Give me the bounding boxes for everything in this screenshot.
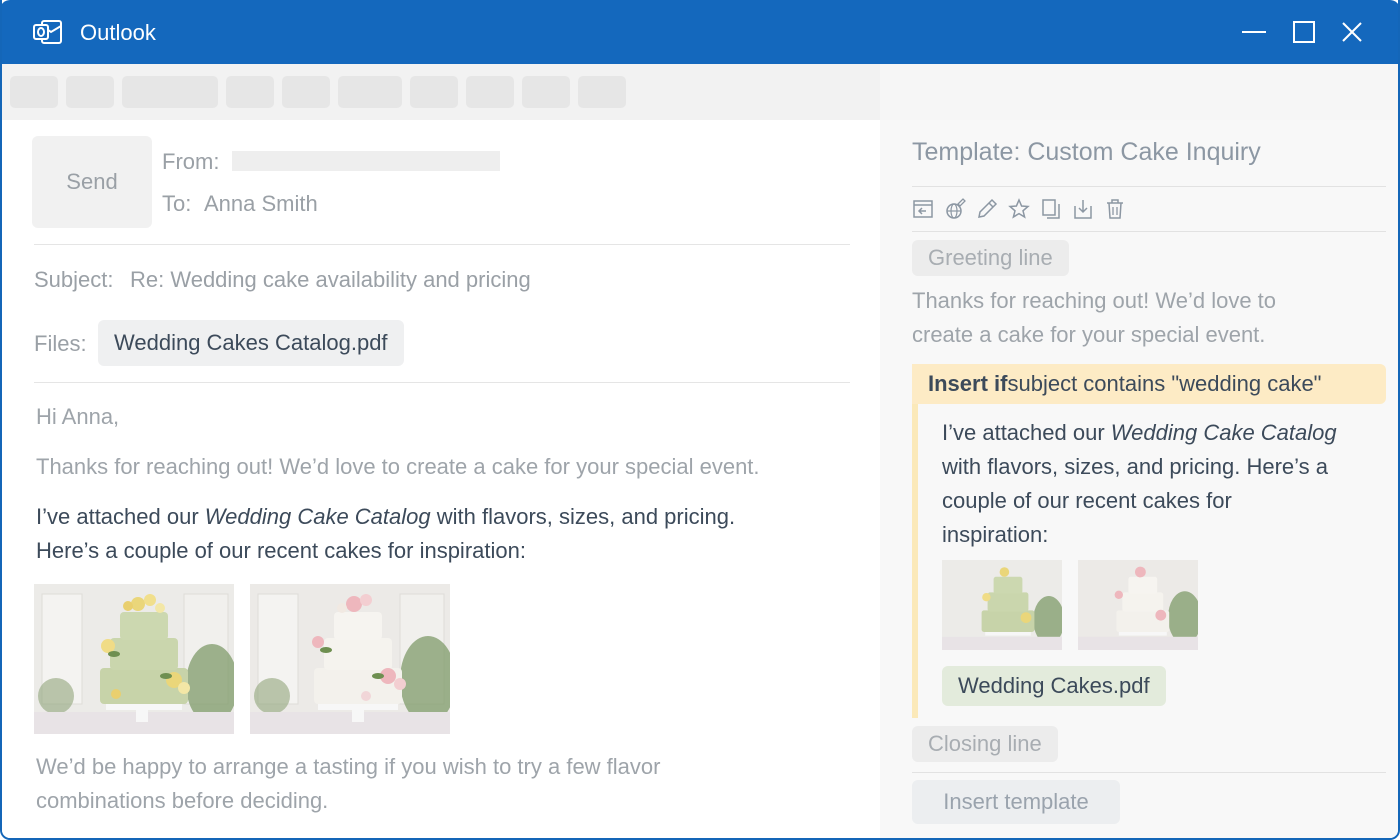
condition-text-2: with flavors, sizes, and pricing. Here’s… <box>942 454 1328 479</box>
insert-icon[interactable] <box>912 198 934 220</box>
template-attachment-name: Wedding Cakes.pdf <box>958 673 1150 698</box>
ribbon-toolbar-right <box>880 64 1398 120</box>
insert-template-button[interactable]: Insert template <box>912 780 1120 824</box>
condition-text-1: I’ve attached our Wedding Cake Catalog <box>942 420 1337 445</box>
title-bar: Outlook <box>2 0 1398 64</box>
sidebar-divider <box>912 186 1386 187</box>
template-intro-1: Thanks for reaching out! We’d love to <box>912 288 1277 313</box>
pencil-icon[interactable] <box>976 198 998 220</box>
app-title: Outlook <box>80 20 156 45</box>
maximize-icon[interactable] <box>1288 16 1320 48</box>
from-label: From: <box>162 149 220 174</box>
template-attachment-chip[interactable]: Wedding Cakes.pdf <box>942 666 1166 706</box>
condition-text-4: inspiration: <box>942 522 1049 547</box>
close-icon[interactable] <box>1336 16 1368 48</box>
template-sidebar: Template: Custom Cake Inquiry Greeting l… <box>880 120 1398 838</box>
copy-icon[interactable] <box>1040 198 1062 220</box>
to-field[interactable]: Anna Smith <box>204 191 318 217</box>
toolbar-button[interactable] <box>122 76 218 108</box>
sidebar-divider <box>912 231 1386 232</box>
closing-line-tag[interactable]: Closing line <box>912 726 1058 762</box>
green-cake-thumbnail[interactable] <box>942 560 1062 650</box>
outlook-logo-icon <box>33 20 62 44</box>
template-intro-2: create a cake for your special event. <box>912 322 1266 347</box>
star-icon[interactable] <box>1008 198 1030 220</box>
template-title: Template: Custom Cake Inquiry <box>912 138 1261 166</box>
minimize-icon[interactable] <box>1238 16 1270 48</box>
attachment-chip[interactable]: Wedding Cakes Catalog.pdf <box>98 320 404 366</box>
outlook-window: Outlook Send From: To: Anna Smith Subjec… <box>0 0 1400 840</box>
toolbar-button[interactable] <box>410 76 458 108</box>
white-cake-thumbnail[interactable] <box>1078 560 1198 650</box>
body-closing-2: combinations before deciding. <box>36 788 329 813</box>
compose-pane: Send From: To: Anna Smith Subject: Re: W… <box>2 120 880 838</box>
ribbon-toolbar <box>2 64 880 120</box>
download-icon[interactable] <box>1072 198 1094 220</box>
from-field[interactable] <box>232 151 500 171</box>
globe-edit-icon[interactable] <box>944 198 966 220</box>
toolbar-button[interactable] <box>338 76 402 108</box>
header-divider <box>34 244 850 245</box>
body-closing-1: We’d be happy to arrange a tasting if yo… <box>36 754 661 779</box>
subject-label: Subject: <box>34 267 114 292</box>
attachment-name: Wedding Cakes Catalog.pdf <box>114 330 388 355</box>
trash-icon[interactable] <box>1104 198 1126 220</box>
condition-header[interactable]: Insert if subject contains "wedding cake… <box>912 364 1386 404</box>
toolbar-button[interactable] <box>10 76 58 108</box>
body-line-thanks: Thanks for reaching out! We’d love to cr… <box>36 454 760 479</box>
sidebar-divider <box>912 772 1386 773</box>
subject-field[interactable]: Re: Wedding cake availability and pricin… <box>130 267 531 293</box>
body-line-attached: I’ve attached our Wedding Cake Catalog w… <box>36 504 736 529</box>
condition-block-border <box>912 364 918 718</box>
to-label: To: <box>162 191 192 216</box>
green-cake-photo[interactable] <box>34 584 234 734</box>
body-line-inspiration: Here’s a couple of our recent cakes for … <box>36 538 526 563</box>
toolbar-button[interactable] <box>522 76 570 108</box>
body-divider <box>34 382 850 383</box>
condition-text-3: couple of our recent cakes for <box>942 488 1232 513</box>
toolbar-button[interactable] <box>66 76 114 108</box>
toolbar-button[interactable] <box>226 76 274 108</box>
toolbar-button[interactable] <box>466 76 514 108</box>
greeting-line-tag[interactable]: Greeting line <box>912 240 1069 276</box>
body-greeting: Hi Anna, <box>36 404 120 429</box>
toolbar-button[interactable] <box>578 76 626 108</box>
toolbar-button[interactable] <box>282 76 330 108</box>
white-cake-photo[interactable] <box>250 584 450 734</box>
send-button[interactable]: Send <box>32 136 152 228</box>
files-label: Files: <box>34 331 87 356</box>
